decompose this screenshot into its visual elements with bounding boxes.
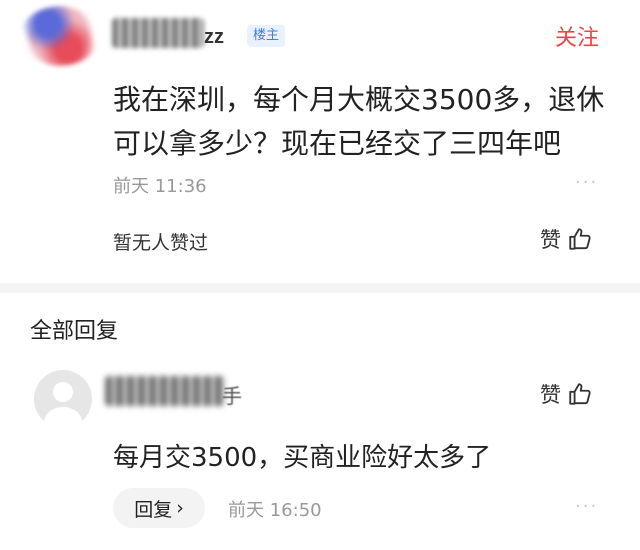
reply-avatar[interactable] — [34, 370, 92, 428]
chevron-right-icon: › — [176, 497, 184, 519]
reply-button[interactable]: 回复 › — [113, 488, 205, 528]
post-likes-text: 暂无人赞过 — [113, 232, 209, 254]
op-avatar[interactable] — [20, 6, 100, 66]
reply-more-icon[interactable]: ··· — [575, 496, 598, 517]
thumbs-up-icon — [569, 383, 591, 405]
reply-name-blurred — [105, 376, 225, 406]
post-like-button[interactable]: 赞 — [540, 224, 593, 254]
post-text: 我在深圳，每个月大概交3500多，退休可以拿多少？现在已经交了三四年吧 — [113, 83, 605, 160]
post-time: 前天 11:36 — [113, 176, 207, 197]
replies-section-title: 全部回复 — [30, 319, 119, 344]
like-label: 赞 — [540, 383, 561, 407]
op-name-blurred — [112, 18, 204, 48]
reply-like-button[interactable]: 赞 — [540, 379, 593, 409]
reply-text: 每月交3500，买商业险好太多了 — [113, 443, 492, 473]
default-avatar-icon — [44, 382, 82, 428]
op-badge: 楼主 — [247, 25, 286, 47]
like-label: 赞 — [540, 228, 561, 252]
follow-button[interactable]: 关注 — [555, 20, 599, 52]
section-divider — [0, 283, 640, 293]
reply-button-label: 回复 — [134, 498, 173, 521]
op-name-suffix[interactable]: zz — [204, 26, 224, 49]
reply-name-suffix[interactable]: 手 — [222, 380, 242, 409]
reply-time: 前天 16:50 — [228, 500, 322, 521]
post-more-icon[interactable]: ··· — [575, 172, 598, 193]
thumbs-up-icon — [569, 228, 591, 250]
